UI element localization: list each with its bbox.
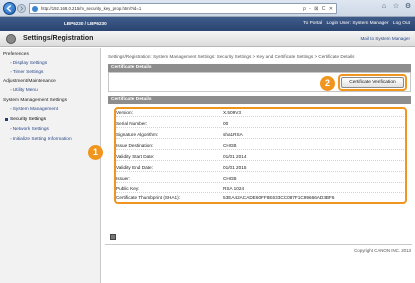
title-bar: Settings/Registration Mail to System Man… <box>0 31 415 47</box>
home-icon[interactable]: ⌂ <box>380 3 388 11</box>
copyright-text: Copyright CANON INC. 2013 <box>354 248 411 253</box>
sidebar: Preferences ▫Display Settings ▫Timer Set… <box>0 48 101 283</box>
sidebar-item-network-settings[interactable]: ▫Network Settings <box>10 127 49 132</box>
footer-divider <box>105 244 412 245</box>
sidebar-item-security-settings[interactable]: Security Settings <box>5 117 46 122</box>
browser-icons: ⌂ ☆ ⚙ <box>380 3 412 11</box>
sidebar-item-utility-menu[interactable]: ▫Utility Menu <box>10 88 38 93</box>
device-name: LBP6230 / LBP6230 <box>64 21 107 26</box>
certificate-details-header: Certificate Details <box>108 64 411 72</box>
breadcrumb: Settings/Registration: System Management… <box>108 54 355 59</box>
sidebar-item-timer-settings[interactable]: ▫Timer Settings <box>10 70 43 75</box>
to-portal-link[interactable]: To Portal <box>303 21 322 26</box>
arrow-left-icon <box>6 5 12 12</box>
back-to-top-icon[interactable] <box>110 234 116 240</box>
sidebar-heading-preferences: Preferences <box>3 52 29 57</box>
forward-button[interactable] <box>17 4 26 13</box>
arrow-right-icon <box>20 6 24 11</box>
sidebar-heading-adjustment: Adjustment/Maintenance <box>3 79 56 84</box>
gear-icon[interactable]: ⚙ <box>404 3 412 11</box>
mail-to-manager-link[interactable]: Mail to System Manager <box>360 36 410 41</box>
page-title: Settings/Registration <box>23 35 94 42</box>
sidebar-item-initialize[interactable]: ▫Initialize Setting Information <box>10 137 72 142</box>
details-highlight-frame <box>114 107 407 204</box>
settings-icon <box>6 34 16 44</box>
device-links: To Portal Login User: System Manager Log… <box>300 21 410 26</box>
sidebar-item-display-settings[interactable]: ▫Display Settings <box>10 61 47 66</box>
log-out-link[interactable]: Log Out <box>393 21 410 26</box>
device-header: LBP6230 / LBP6230 To Portal Login User: … <box>0 17 415 31</box>
page-icon <box>32 6 38 12</box>
url-text: http://192.168.0.215/m_security_key_prop… <box>41 6 142 11</box>
back-button[interactable] <box>3 2 16 15</box>
sidebar-heading-system-management: System Management Settings <box>3 98 67 103</box>
sidebar-item-system-management[interactable]: ▫System Management <box>10 107 58 112</box>
button-highlight-frame <box>338 74 407 91</box>
login-user-text: Login User: System Manager <box>326 21 389 26</box>
callout-1: 1 <box>88 145 103 160</box>
star-icon[interactable]: ☆ <box>392 3 400 11</box>
browser-toolbar: http://192.168.0.215/m_security_key_prop… <box>0 0 415 17</box>
certificate-details-section-header: Certificate Details <box>108 96 411 104</box>
address-tools[interactable]: ρ - ⊠ C ✕ <box>303 6 334 12</box>
address-bar[interactable]: http://192.168.0.215/m_security_key_prop… <box>29 3 337 14</box>
callout-2: 2 <box>320 76 335 91</box>
